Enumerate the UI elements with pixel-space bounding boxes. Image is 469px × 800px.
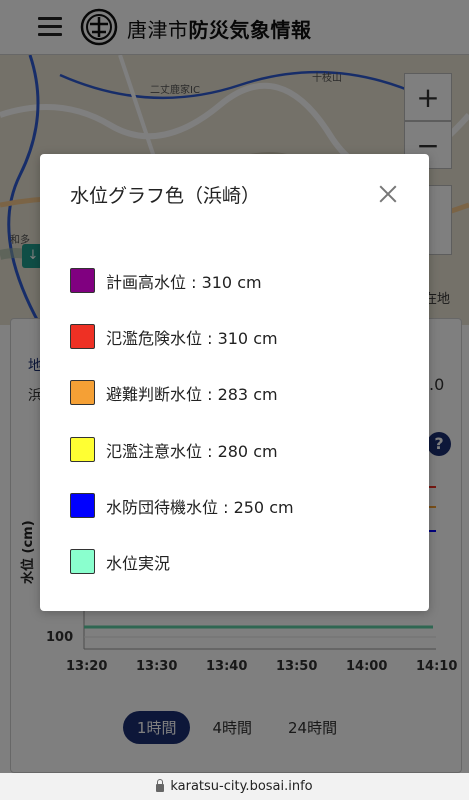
legend-label: 水防団待機水位 : 250 cm xyxy=(106,497,294,517)
browser-url-bar[interactable]: karatsu-city.bosai.info xyxy=(0,773,469,800)
legend-item-planned-high: 計画高水位 : 310 cm xyxy=(70,268,262,293)
legend-item-observed: 水位実況 xyxy=(70,549,170,574)
legend-label: 計画高水位 : 310 cm xyxy=(106,272,262,292)
lock-icon xyxy=(156,778,165,792)
legend-label: 避難判断水位 : 283 cm xyxy=(106,384,278,404)
legend-label: 氾濫危険水位 : 310 cm xyxy=(106,328,278,348)
legend-swatch xyxy=(70,324,95,349)
close-icon[interactable] xyxy=(374,180,402,208)
legend-swatch xyxy=(70,549,95,574)
legend-item-standby: 水防団待機水位 : 250 cm xyxy=(70,493,294,518)
legend-swatch xyxy=(70,380,95,405)
dialog-title: 水位グラフ色（浜崎） xyxy=(70,185,261,207)
url-text: karatsu-city.bosai.info xyxy=(170,779,313,794)
legend-label: 水位実況 xyxy=(106,553,171,573)
legend-swatch xyxy=(70,493,95,518)
legend-swatch xyxy=(70,268,95,293)
legend-item-flood-danger: 氾濫危険水位 : 310 cm xyxy=(70,324,278,349)
legend-item-evacuation: 避難判断水位 : 283 cm xyxy=(70,380,278,405)
legend-item-flood-caution: 氾濫注意水位 : 280 cm xyxy=(70,437,278,462)
legend-swatch xyxy=(70,437,95,462)
legend-label: 氾濫注意水位 : 280 cm xyxy=(106,441,278,461)
graph-color-legend-dialog: 水位グラフ色（浜崎） 計画高水位 : 310 cm 氾濫危険水位 : 310 c… xyxy=(40,154,429,611)
